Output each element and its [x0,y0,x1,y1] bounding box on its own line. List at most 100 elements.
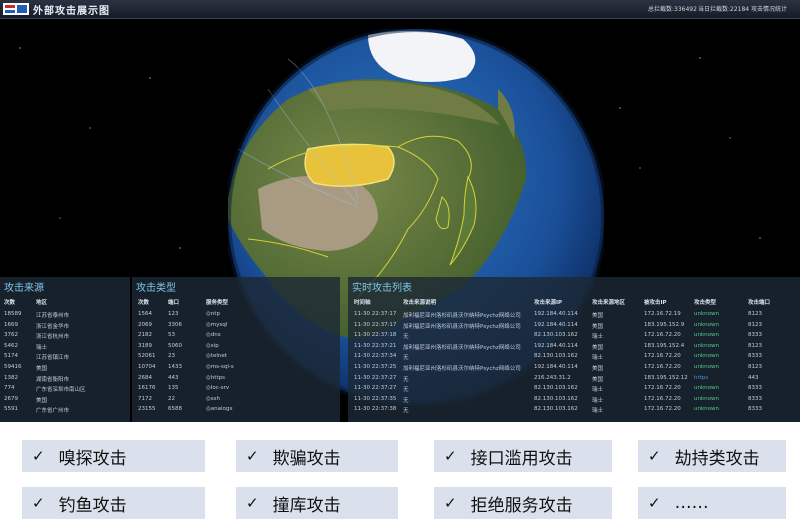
table-row[interactable]: 59416 美国 [0,363,130,373]
region-cell: 湖南省衡阳市 [36,376,70,383]
attack-type-cell: unknown [694,406,719,413]
attack-tag-label: 欺骗攻击 [272,448,341,469]
attack-tag-label: 钓鱼攻击 [58,495,127,516]
table-row[interactable]: 11-30 22:37:38 无 82.130.103.162 瑞士 172.16.72… [348,405,800,415]
count-cell: 2182 [138,332,152,339]
time-cell: 11-30 22:37:34 [354,353,397,360]
table-row[interactable]: 3762 浙江省杭州市 [0,331,130,341]
total-blocked-count: 总拦截数:336492 [648,6,697,13]
attack-tag-label: …… [674,493,709,513]
port-cell: 22 [168,395,175,402]
count-cell: 2684 [138,374,152,381]
check-icon: ✓ [648,447,661,465]
table-row[interactable]: 2069 3306 ◎mysql [132,321,340,331]
attack-stats-link[interactable]: 攻击情况统计 [751,4,787,13]
table-row[interactable]: 2679 美国 [0,395,130,405]
count-cell: 18589 [4,311,22,317]
source-desc-cell: 无 [403,376,409,383]
check-icon: ✓ [444,494,457,512]
source-desc-cell: 加利福尼亚州洛杉矶县沃尔纳特Psychz网络公司 [403,313,521,319]
table-row[interactable]: 3189 5060 ◎sip [132,342,340,352]
attack-port-cell: 8333 [748,395,762,402]
table-row[interactable]: 11-30 22:37:27 无 216.243.31.2 美国 183.195.152… [348,374,800,384]
count-cell: 7172 [138,395,152,402]
realtime-attack-title: 实时攻击列表 [352,283,412,294]
port-cell: 443 [168,374,179,381]
table-row[interactable]: 5591 广东省广州市 [0,405,130,415]
table-row[interactable]: 11-30 22:37:18 无 82.130.103.162 瑞士 172.16.72… [348,331,800,341]
count-column-header: 次数 [4,300,16,306]
check-icon: ✓ [246,494,259,512]
attack-type-cell: unknown [694,385,719,392]
attack-type-cell: unknown [694,311,719,317]
service-cell: ◎sip [206,342,219,349]
attack-port-cell: 8123 [748,364,762,370]
time-cell: 11-30 22:37:27 [354,385,397,392]
table-row[interactable]: 1564 123 ◎ntp [132,310,340,320]
attack-tag: ✓ …… [638,487,786,519]
attack-tag-label: 劫持类攻击 [674,448,760,469]
time-cell: 11-30 22:37:21 [354,342,397,349]
table-row[interactable]: 1382 湖南省衡阳市 [0,374,130,384]
source-ip-cell: 192.184.40.114 [534,364,578,370]
port-cell: 1433 [168,364,182,370]
table-row[interactable]: 11-30 22:37:17 加利福尼亚州洛杉矶县沃尔纳特Psychz网络公司 19… [348,310,800,320]
table-row[interactable]: 5462 瑞士 [0,342,130,352]
attack-tag: ✓ 拒绝服务攻击 [434,487,612,519]
check-icon: ✓ [648,494,661,512]
count-cell: 10704 [138,364,156,370]
source-region-cell: 美国 [592,376,604,383]
table-row[interactable]: 11-30 22:37:21 加利福尼亚州洛杉矶县沃尔纳特Psychz网络公司 19… [348,342,800,352]
table-row[interactable]: 11-30 22:37:27 无 82.130.103.162 瑞士 172.16.72… [348,384,800,394]
attack-tag-label: 嗅探攻击 [58,448,127,469]
time-cell: 11-30 22:37:18 [354,332,397,339]
attack-tag-label: 拒绝服务攻击 [470,495,573,516]
table-row[interactable]: 11-30 22:37:34 无 82.130.103.162 瑞士 172.16.72… [348,352,800,362]
table-row[interactable]: 2182 53 ◎dns [132,331,340,341]
attack-type-cell: unknown [694,332,719,339]
time-cell: 11-30 22:37:38 [354,406,397,413]
table-row[interactable]: 7172 22 ◎ssh [132,395,340,405]
attack-type-cell: unknown [694,353,719,360]
table-row[interactable]: 23155 6588 ◎analogx [132,405,340,415]
source-desc-cell: 加利福尼亚州洛杉矶县沃尔纳特Psychz网络公司 [403,344,521,351]
table-row[interactable]: 52061 23 ◎telnet [132,352,340,362]
source-region-cell: 美国 [592,323,604,330]
port-cell: 53 [168,332,175,339]
target-ip-cell: 172.16.72.20 [644,385,681,392]
source-ip-cell: 192.184.40.114 [534,311,578,317]
table-row[interactable]: 774 广东省深圳市南山区 [0,384,130,394]
table-row[interactable]: 11-30 22:37:17 加利福尼亚州洛杉矶县沃尔纳特Psychz网络公司 19… [348,321,800,331]
table-row[interactable]: 5174 江苏省镇江市 [0,352,130,362]
table-row[interactable]: 11-30 22:37:35 无 82.130.103.162 瑞士 172.16.72… [348,395,800,405]
source-region-cell: 瑞士 [592,408,604,415]
service-cell: ◎https [206,374,225,381]
source-region-cell: 美国 [592,344,604,351]
attack-tag-label: 撞库攻击 [272,495,341,516]
source-desc-cell: 无 [403,334,409,341]
region-cell: 广东省广州市 [36,408,70,415]
table-row[interactable]: 10704 1433 ◎ms-sql-s [132,363,340,373]
attack-port-cell: 443 [748,374,759,381]
source-desc-cell: 无 [403,355,409,362]
service-cell: ◎telnet [206,353,227,360]
table-row[interactable]: 1669 浙江省金华市 [0,321,130,331]
source-ip-cell: 82.130.103.162 [534,385,578,392]
count-cell: 3189 [138,342,152,349]
port-cell: 3306 [168,321,182,328]
time-column-header: 时间轴 [354,300,371,306]
table-row[interactable]: 18589 江苏省泰州市 [0,310,130,320]
count-cell: 1669 [4,321,18,328]
table-row[interactable]: 11-30 22:37:25 加利福尼亚州洛杉矶县沃尔纳特Psychz网络公司 19… [348,363,800,373]
attack-port-cell: 8123 [748,311,762,317]
table-row[interactable]: 2684 443 ◎https [132,374,340,384]
target-ip-column-header: 被攻击IP [644,300,667,306]
target-ip-cell: 183.195.152.12 [644,374,688,381]
count-cell: 2679 [4,395,18,402]
target-ip-cell: 172.16.72.20 [644,395,681,402]
attack-source-title: 攻击来源 [4,283,44,294]
today-blocked-count: 当日拦截数:22184 [698,6,750,13]
table-row[interactable]: 16176 135 ◎loc-srv [132,384,340,394]
attack-tag: ✓ 劫持类攻击 [638,440,786,472]
source-desc-cell: 无 [403,397,409,404]
